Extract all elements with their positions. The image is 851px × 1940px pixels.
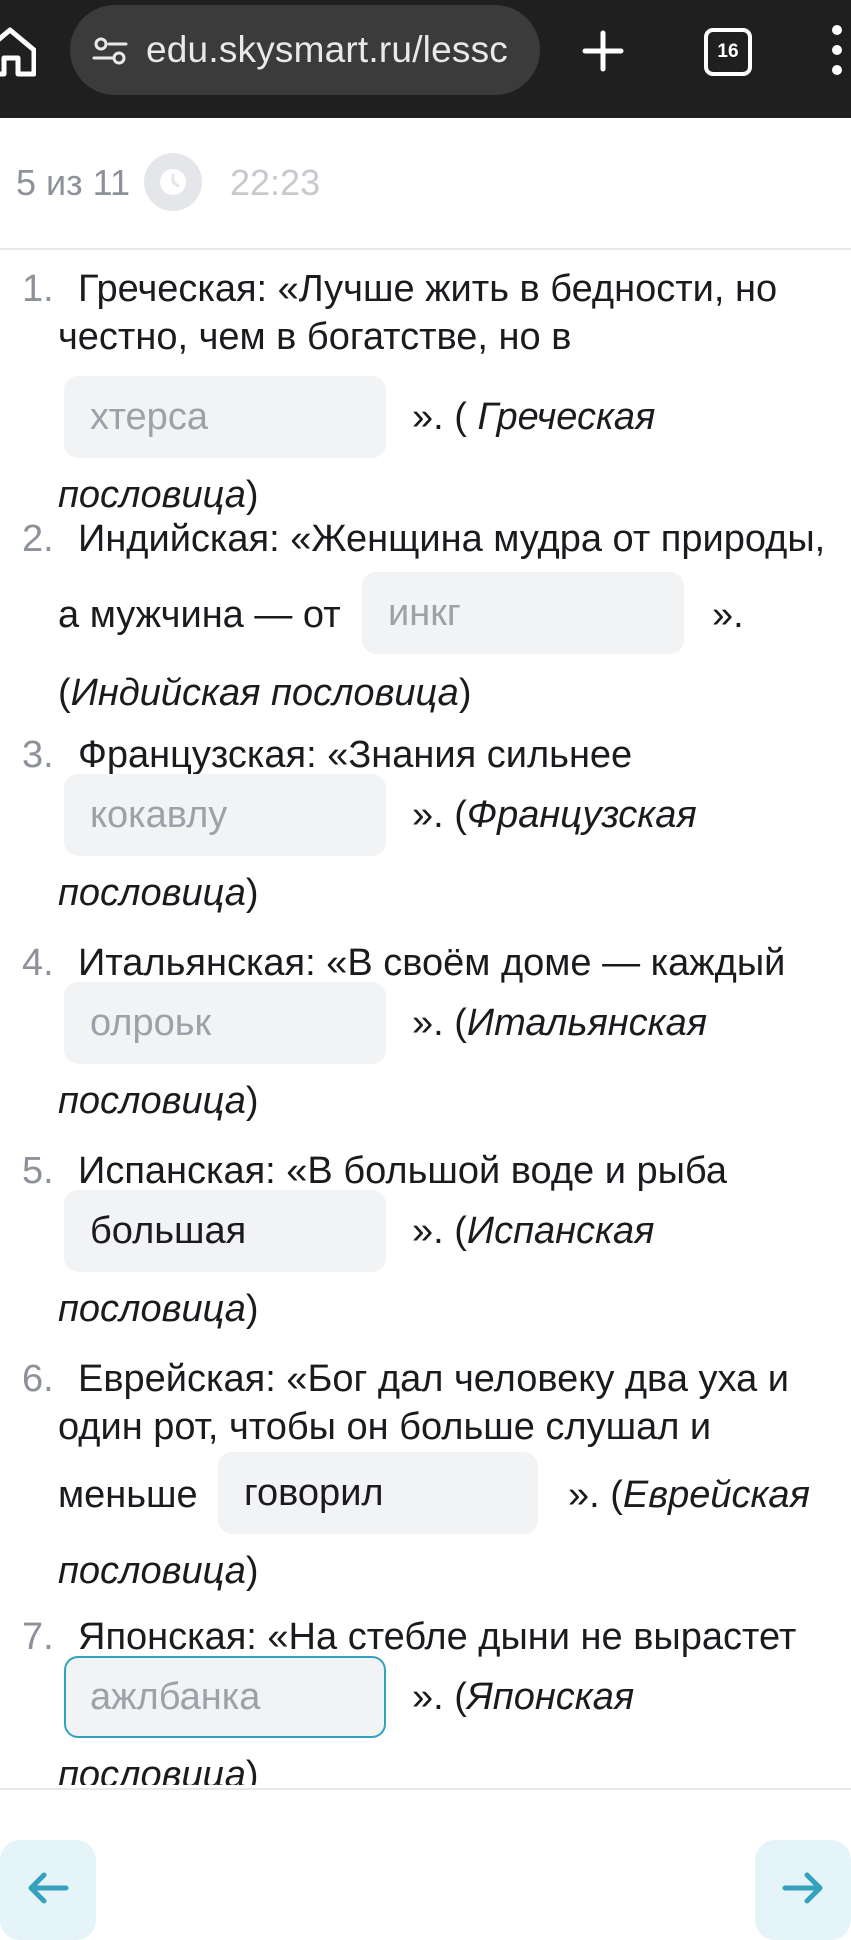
forward-button[interactable] [755, 1840, 851, 1940]
item-text: ». (Еврейская [568, 1474, 810, 1516]
answer-input[interactable]: большая [64, 1190, 386, 1272]
answer-input[interactable]: хтерса [64, 376, 386, 458]
item-text: Греческая: «Лучше жить в бедности, но [78, 268, 778, 310]
tab-switcher-button[interactable]: 16 [704, 28, 752, 76]
item-number: 6. [22, 1358, 54, 1400]
answer-input[interactable]: говорил [218, 1452, 538, 1534]
url-text[interactable]: edu.skysmart.ru/lessc [146, 29, 508, 71]
exercise-list: 1. Греческая: «Лучше жить в бедности, но… [0, 250, 851, 1785]
item-text: ». [712, 594, 744, 636]
item-text: честно, чем в богатстве, но в [58, 316, 572, 358]
item-text: а мужчина — от [58, 594, 341, 636]
item-text: ». (Испанская [412, 1210, 655, 1252]
item-text: пословица) [58, 872, 259, 914]
arrow-right-icon [782, 1872, 823, 1904]
item-text: ». (Итальянская [412, 1002, 708, 1044]
item-text: пословица) [58, 1080, 259, 1122]
answer-input[interactable]: кокавлу [64, 774, 386, 856]
tune-icon[interactable] [92, 36, 128, 66]
item-text: один рот, чтобы он больше слушал и [58, 1406, 712, 1448]
item-number: 1. [22, 268, 54, 310]
item-text: ». ( Греческая [412, 396, 656, 438]
item-number: 4. [22, 942, 54, 984]
item-text: Испанская: «В большой воде и рыба [78, 1150, 727, 1192]
browser-toolbar: edu.skysmart.ru/lessc 16 [0, 0, 851, 118]
progress-counter: 5 из 11 [16, 162, 131, 203]
answer-input[interactable]: ажлбанка [64, 1656, 386, 1738]
item-number: 5. [22, 1150, 54, 1192]
more-vert-icon[interactable] [830, 22, 844, 78]
timer-badge [144, 153, 202, 211]
item-text: Итальянская: «В своём доме — каждый [78, 942, 786, 984]
answer-input[interactable]: инкг [362, 572, 684, 654]
item-text: пословица) [58, 1754, 259, 1785]
item-text: ». (Японская [412, 1676, 635, 1718]
bottom-nav [0, 1788, 851, 1940]
arrow-left-icon [28, 1872, 69, 1904]
item-text: Индийская: «Женщина мудра от природы, [78, 518, 826, 560]
item-text: (Индийская пословица) [58, 672, 472, 714]
item-text: пословица) [58, 1550, 259, 1592]
item-text: меньше [58, 1474, 198, 1516]
item-number: 3. [22, 734, 54, 776]
timer-value: 22:23 [230, 162, 321, 203]
item-text: Японская: «На стебле дыни не вырастет [78, 1616, 797, 1658]
plus-icon[interactable] [580, 28, 626, 74]
address-bar[interactable]: edu.skysmart.ru/lessc [70, 5, 540, 95]
lesson-header: 5 из 11 [0, 118, 851, 250]
item-number: 7. [22, 1616, 54, 1658]
item-text: Французская: «Знания сильнее [78, 734, 633, 776]
home-icon[interactable] [0, 22, 36, 78]
item-text: пословица) [58, 474, 259, 516]
item-number: 2. [22, 518, 54, 560]
back-button[interactable] [0, 1840, 96, 1940]
item-text: ». (Французская [412, 794, 697, 836]
item-text: Еврейская: «Бог дал человеку два уха и [78, 1358, 789, 1400]
answer-input[interactable]: олроьк [64, 982, 386, 1064]
clock-icon [160, 169, 186, 195]
item-text: пословица) [58, 1288, 259, 1330]
